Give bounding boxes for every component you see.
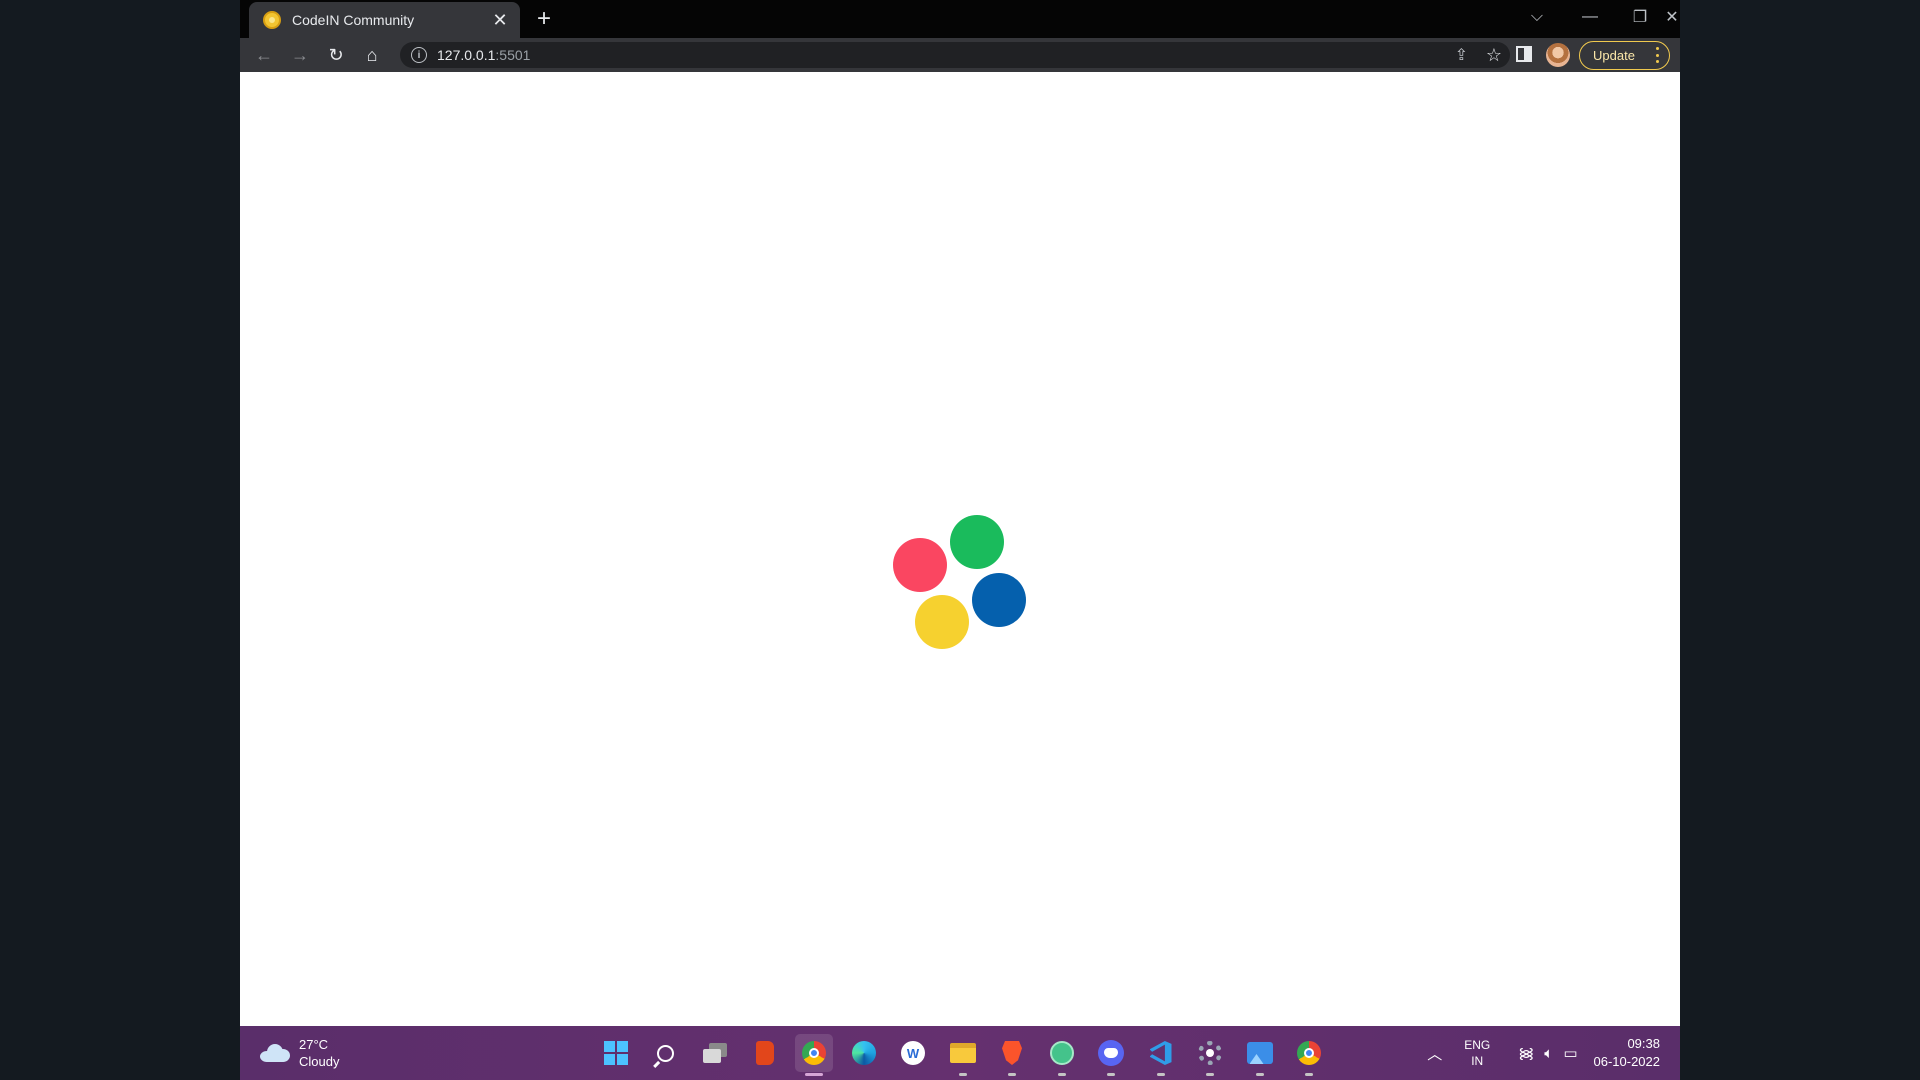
- browser-toolbar: ← → ↻ ⌂ i 127.0.0.1 :5501 ⇪ ☆ Update: [240, 38, 1680, 72]
- clock[interactable]: 09:38 06-10-2022: [1594, 1035, 1661, 1071]
- running-indicator: [958, 1073, 967, 1076]
- start-icon[interactable]: [597, 1034, 635, 1072]
- search-icon[interactable]: [647, 1034, 685, 1072]
- photos-icon[interactable]: [1241, 1034, 1279, 1076]
- site-info-icon[interactable]: i: [411, 47, 427, 63]
- reload-button[interactable]: ↻: [323, 42, 349, 68]
- bookmark-star-icon[interactable]: ☆: [1486, 42, 1502, 68]
- favicon-icon: [263, 11, 281, 29]
- task-view-icon[interactable]: [696, 1034, 734, 1072]
- back-button[interactable]: ←: [251, 42, 277, 68]
- url-host: 127.0.0.1: [437, 47, 496, 63]
- chrome-icon[interactable]: [795, 1034, 833, 1076]
- forward-button[interactable]: →: [287, 42, 313, 68]
- edge-icon[interactable]: [845, 1034, 883, 1072]
- wifi-icon[interactable]: ᯼: [1518, 1043, 1534, 1063]
- running-indicator: [1107, 1073, 1115, 1076]
- running-indicator: [1156, 1073, 1165, 1076]
- running-indicator: [1206, 1073, 1214, 1076]
- system-tray: ︿ ENG IN ᯼ 🔈︎ ▭ 09:38 06-10-2022: [1417, 1026, 1660, 1080]
- file-explorer-icon[interactable]: [944, 1034, 982, 1076]
- battery-icon[interactable]: ▭: [1563, 1044, 1577, 1062]
- home-button[interactable]: ⌂: [359, 42, 385, 68]
- app-w-icon[interactable]: W: [894, 1034, 932, 1072]
- brave-icon[interactable]: [993, 1034, 1031, 1076]
- discord-icon[interactable]: [1092, 1034, 1130, 1076]
- chrome-profile-icon[interactable]: [1290, 1034, 1328, 1076]
- cloud-icon: [260, 1044, 290, 1062]
- tab-codein-community[interactable]: CodeIN Community ✕: [249, 2, 520, 38]
- update-label: Update: [1593, 48, 1635, 63]
- share-icon[interactable]: ⇪: [1455, 42, 1468, 68]
- menu-dots-icon[interactable]: [1654, 47, 1660, 63]
- atom-icon[interactable]: [1043, 1034, 1081, 1076]
- running-indicator: [1057, 1073, 1066, 1076]
- tab-close-icon[interactable]: ✕: [488, 8, 512, 32]
- close-window-button[interactable]: ✕: [1652, 3, 1680, 31]
- page-content: [240, 72, 1680, 1026]
- address-bar[interactable]: i 127.0.0.1 :5501 ⇪ ☆: [400, 42, 1510, 68]
- tab-title: CodeIN Community: [292, 12, 415, 28]
- clock-date: 06-10-2022: [1593, 1054, 1661, 1069]
- profile-avatar[interactable]: [1546, 43, 1570, 67]
- windows-taskbar: 27°C Cloudy W ︿ ENG IN ᯼ 🔈︎ ▭ 09:38 06-1…: [240, 1026, 1680, 1080]
- yellow-dot: [915, 595, 969, 649]
- browser-window: CodeIN Community ✕ + ⌵ — ❐ ✕ ← → ↻ ⌂ i 1…: [240, 0, 1680, 1080]
- language-indicator[interactable]: ENG IN: [1464, 1037, 1490, 1069]
- clock-time: 09:38: [1627, 1036, 1660, 1051]
- weather-condition: Cloudy: [299, 1054, 340, 1069]
- running-indicator: [1255, 1073, 1264, 1076]
- settings-icon[interactable]: [1191, 1034, 1229, 1076]
- green-dot: [950, 515, 1004, 569]
- running-indicator: [1305, 1073, 1313, 1076]
- chevron-up-icon[interactable]: ︿: [1427, 1043, 1442, 1064]
- minimize-button[interactable]: —: [1570, 3, 1610, 31]
- running-indicator: [805, 1073, 823, 1076]
- lang-primary: ENG: [1464, 1038, 1491, 1052]
- blue-dot: [972, 573, 1026, 627]
- running-indicator: [1008, 1073, 1016, 1076]
- new-tab-button[interactable]: +: [530, 5, 558, 33]
- side-panel-icon[interactable]: [1516, 46, 1532, 62]
- red-dot: [893, 538, 947, 592]
- update-button[interactable]: Update: [1579, 41, 1670, 70]
- vscode-icon[interactable]: [1142, 1034, 1180, 1076]
- weather-widget[interactable]: 27°C Cloudy: [260, 1036, 339, 1070]
- tab-strip: CodeIN Community ✕ + ⌵ — ❐ ✕: [240, 0, 1680, 38]
- tab-search-button[interactable]: ⌵: [1517, 3, 1557, 31]
- office-icon[interactable]: [746, 1034, 784, 1072]
- lang-secondary: IN: [1471, 1054, 1484, 1068]
- volume-icon[interactable]: 🔈︎: [1544, 1045, 1553, 1062]
- weather-temp: 27°C: [299, 1037, 329, 1052]
- url-port: :5501: [495, 47, 531, 63]
